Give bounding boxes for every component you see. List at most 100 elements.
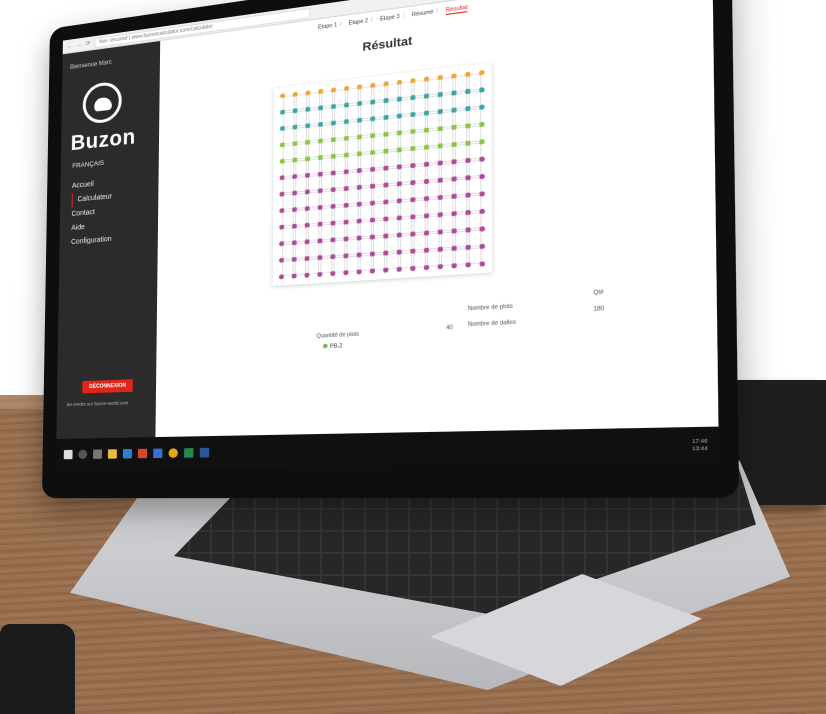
slab-cell (401, 82, 412, 98)
slab-cell (455, 110, 467, 126)
slab-cell (387, 168, 398, 184)
slab-cell (374, 169, 385, 185)
paver-layout-diagram (272, 62, 493, 286)
slab-cell (361, 87, 372, 103)
step-3[interactable]: Étape 3 (380, 14, 400, 23)
slab-cell (428, 96, 439, 112)
slab-cell (469, 108, 481, 124)
edge-browser-icon[interactable] (122, 448, 132, 458)
logout-button[interactable]: DÉCONNEXION (82, 379, 134, 394)
slab-cell (455, 231, 467, 247)
slab-cell (428, 233, 439, 249)
slab-cell (374, 220, 385, 236)
website-link[interactable]: Se rendre sur buzon-world.com (67, 400, 129, 407)
slab-cell (296, 210, 307, 225)
reload-icon[interactable]: ⟳ (86, 40, 91, 48)
laptop-display: ← → ⟳ Non sécurisé | www.buzoncalculator… (55, 0, 719, 470)
back-icon[interactable]: ← (67, 43, 73, 50)
slab-cell (334, 207, 345, 222)
slab-cell (469, 195, 481, 211)
slab-cell (400, 167, 411, 183)
word-icon[interactable] (199, 447, 210, 458)
slab-cell (400, 235, 411, 251)
slab-cell (283, 178, 294, 193)
slab-cell (428, 113, 439, 129)
slab-cell (348, 121, 359, 137)
office-icon[interactable] (137, 448, 148, 458)
slab-cell (283, 194, 294, 209)
slab-cell (283, 112, 294, 127)
slab-cell (469, 248, 481, 264)
slab-cell (360, 255, 371, 271)
slab-cell (374, 102, 385, 118)
slab-cell (322, 91, 333, 107)
slab-cell (414, 148, 425, 164)
slab-cell (308, 259, 319, 274)
slab-count-label: Nombre de dalles (467, 319, 517, 329)
slab-cell (428, 199, 439, 215)
slab-cell (455, 196, 467, 212)
search-icon[interactable] (78, 449, 88, 459)
slab-cell (428, 147, 439, 163)
slab-cell (441, 250, 453, 266)
slab-cell (334, 123, 345, 139)
slab-cell (428, 216, 439, 232)
welcome-message: Bienvenue Marc (69, 59, 112, 72)
file-explorer-icon[interactable] (107, 448, 117, 459)
slab-cell (414, 251, 425, 267)
slab-cell (322, 108, 333, 124)
language-selector[interactable]: FRANÇAIS (72, 160, 104, 170)
step-summary[interactable]: Résumé (412, 9, 434, 18)
slab-cell (401, 150, 412, 166)
slab-cell (361, 137, 372, 153)
slab-cell (322, 124, 333, 140)
slab-cell (334, 240, 345, 255)
slab-cell (387, 100, 398, 116)
slab-cell (361, 154, 372, 170)
slab-cell (347, 172, 358, 188)
slab-cell (283, 227, 294, 242)
task-view-icon[interactable] (93, 448, 103, 459)
slab-cell (441, 163, 452, 179)
slab-cell (360, 221, 371, 237)
slab-cell (401, 99, 412, 115)
slab-cell (295, 260, 306, 275)
slab-cell (469, 74, 481, 90)
slab-cell (400, 201, 411, 217)
slab-cell (455, 179, 467, 195)
slab-cell (308, 242, 319, 257)
slab-cell (414, 166, 425, 182)
step-2[interactable]: Étape 2 (349, 18, 368, 27)
step-1[interactable]: Étape 1 (318, 22, 337, 31)
chrome-icon[interactable] (168, 447, 178, 458)
slab-cell (309, 159, 320, 174)
slab-cell (348, 105, 359, 121)
sidebar-item-configuration[interactable]: Configuration (71, 233, 112, 250)
slab-cell (321, 241, 332, 256)
slab-cell (441, 198, 452, 214)
forward-icon[interactable]: → (76, 41, 82, 48)
slab-cell (374, 135, 385, 151)
slab-cell (296, 193, 307, 208)
slab-cell (334, 173, 345, 189)
slab-cell (428, 181, 439, 197)
slab-cell (321, 157, 332, 173)
slab-cell (309, 126, 320, 142)
pedestal-grid (278, 69, 486, 280)
plot-count-label: Nombre de plots (467, 303, 513, 313)
store-icon[interactable] (153, 447, 163, 458)
slab-cell (321, 258, 332, 273)
excel-icon[interactable] (184, 447, 194, 458)
slab-cell (283, 261, 294, 276)
windows-start-icon[interactable] (63, 449, 73, 459)
sidebar: Bienvenue Marc Buzon FRANÇAIS Accueil Ca… (56, 41, 161, 439)
slab-cell (347, 138, 358, 154)
slab-cell (347, 256, 358, 271)
slab-cell (387, 117, 398, 133)
system-clock[interactable]: 17:46 13:44 (692, 438, 708, 453)
slab-cell (400, 252, 411, 268)
slab-cell (374, 203, 385, 219)
step-result[interactable]: Résultat (445, 4, 468, 16)
slab-cell (283, 211, 294, 226)
slab-cell (334, 190, 345, 206)
